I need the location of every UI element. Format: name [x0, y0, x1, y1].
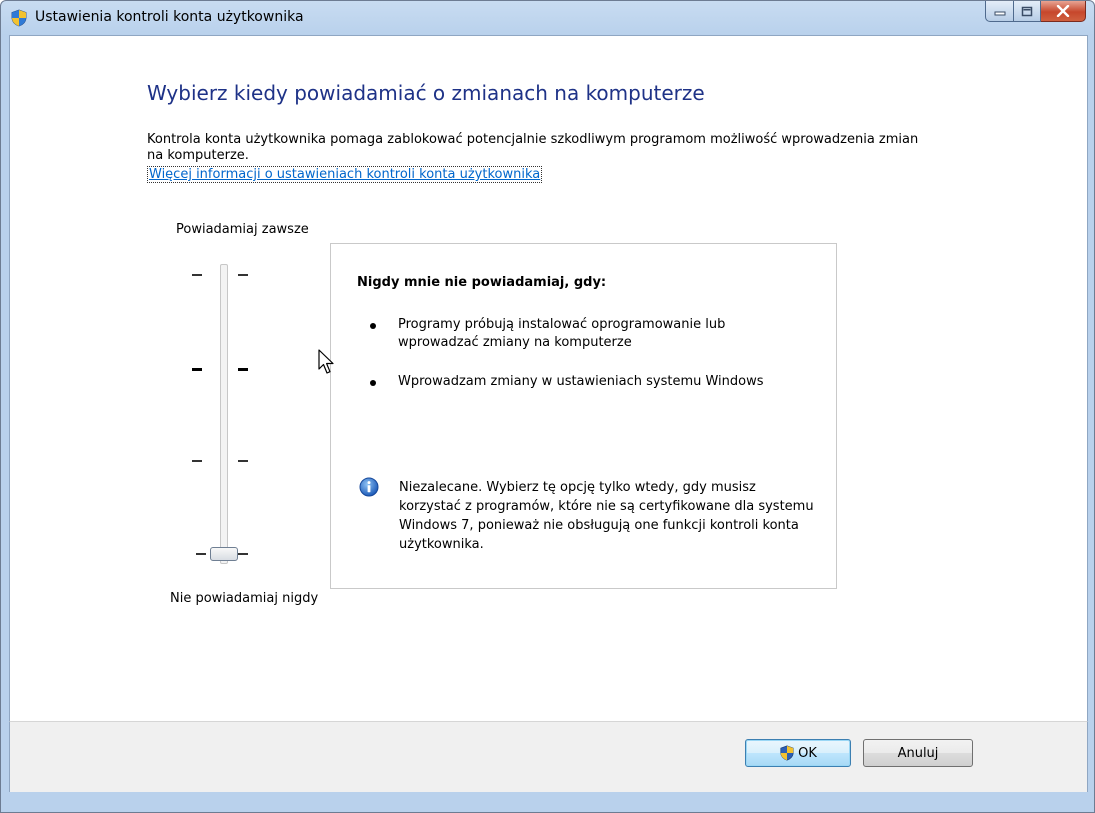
close-icon [1056, 5, 1070, 17]
slider-tick-right-1 [238, 274, 248, 276]
bullet-dot [370, 380, 376, 386]
maximize-icon [1021, 6, 1033, 16]
slider-thumb[interactable] [210, 547, 238, 561]
uac-settings-window: Ustawienia kontroli konta użytkownika Wy… [0, 0, 1095, 813]
bullet-item: Programy próbują instalować oprogramowan… [398, 317, 726, 350]
slider-top-label: Powiadamiaj zawsze [176, 222, 309, 237]
cancel-button-label: Anuluj [897, 745, 939, 761]
bullet-dot [370, 323, 376, 329]
cancel-button[interactable]: Anuluj [863, 739, 973, 767]
minimize-button[interactable] [985, 1, 1014, 22]
mouse-cursor-icon [318, 349, 334, 374]
close-button[interactable] [1041, 1, 1086, 22]
uac-shield-icon [780, 745, 794, 761]
slider-track[interactable] [220, 264, 228, 564]
slider-tick-right-3 [238, 460, 248, 462]
slider-tick-right-2 [238, 368, 248, 371]
window-frame-bottom [1, 792, 1094, 812]
button-bar: OK Anuluj [9, 721, 1088, 793]
info-icon [359, 477, 379, 497]
ok-button-label: OK [798, 745, 817, 761]
maximize-button[interactable] [1014, 1, 1041, 22]
level-description-box: Nigdy mnie nie powiadamiaj, gdy: Program… [330, 243, 837, 589]
slider-tick-right-4 [238, 553, 248, 555]
slider-tick-left-1 [192, 274, 202, 276]
title-bar[interactable]: Ustawienia kontroli konta użytkownika [1, 1, 1094, 35]
more-info-link[interactable]: Więcej informacji o ustawieniach kontrol… [147, 166, 543, 183]
caption-buttons [985, 1, 1086, 23]
slider-bottom-label: Nie powiadamiaj nigdy [170, 591, 319, 606]
minimize-icon [994, 11, 1005, 16]
slider-tick-left-4 [196, 553, 206, 555]
window-title: Ustawienia kontroli konta użytkownika [35, 9, 304, 25]
warning-note: Niezalecane. Wybierz tę opcję tylko wted… [399, 480, 814, 552]
bullet-item: Wprowadzam zmiany w ustawieniach systemu… [398, 374, 764, 389]
ok-button[interactable]: OK [745, 739, 851, 767]
page-title: Wybierz kiedy powiadamiać o zmianach na … [147, 81, 705, 105]
description-text: Kontrola konta użytkownika pomaga zablok… [147, 132, 919, 163]
slider-tick-left-3 [192, 460, 202, 462]
slider-tick-left-2 [192, 368, 202, 371]
level-description-title: Nigdy mnie nie powiadamiaj, gdy: [357, 275, 607, 290]
content-area: Wybierz kiedy powiadamiać o zmianach na … [9, 35, 1088, 721]
uac-shield-icon [11, 9, 27, 27]
